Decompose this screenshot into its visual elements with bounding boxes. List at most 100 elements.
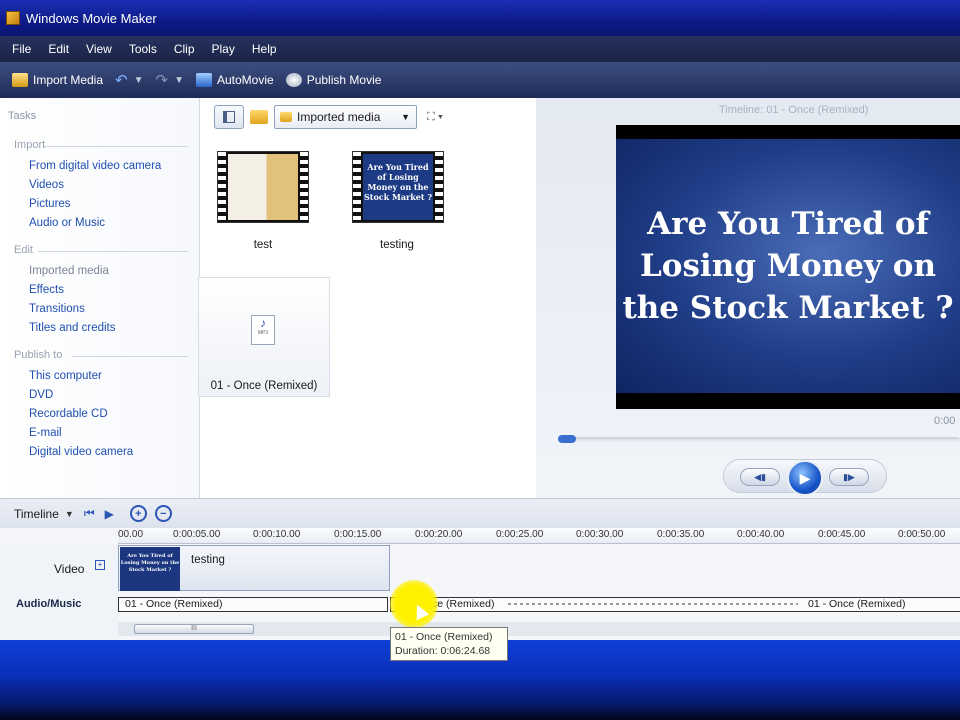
task-imported-media[interactable]: Imported media [29, 265, 109, 277]
next-icon: ▮▶ [843, 471, 855, 482]
task-this-computer[interactable]: This computer [29, 370, 102, 382]
seek-bar[interactable] [560, 437, 960, 442]
timeline-scrollbar[interactable]: III [118, 622, 960, 636]
ruler-tick: 0:00:20.00 [415, 529, 463, 540]
movie-maker-icon [6, 11, 20, 25]
slide-text: Are You Tired of Losing Money on the Sto… [622, 206, 954, 326]
task-digital-camera[interactable]: Digital video camera [29, 446, 133, 458]
media-thumb-testing[interactable]: Are You Tired of Losing Money on the Sto… [352, 151, 444, 223]
collection-dropdown-value: Imported media [297, 110, 381, 124]
timeline-toolbar: Timeline ▼ ⏮ ▶ + − [0, 498, 960, 528]
undo-dropdown-icon[interactable]: ▼ [134, 75, 144, 86]
menu-bar: File Edit View Tools Clip Play Help [0, 36, 960, 62]
task-pictures[interactable]: Pictures [29, 198, 71, 210]
publish-divider [72, 356, 188, 357]
ruler-tick: 0:00:50.00 [898, 529, 946, 540]
import-divider [44, 146, 188, 147]
track-headers: Video + Audio/Music [0, 544, 118, 640]
ruler-tick: 0:00:10.00 [253, 529, 301, 540]
redo-icon[interactable]: ↷ [156, 71, 169, 89]
video-track-label: Video [54, 562, 85, 576]
edit-divider [38, 251, 188, 252]
tooltip-clip-name: 01 - Once (Remixed) [395, 631, 493, 643]
automovie-label: AutoMovie [217, 73, 274, 87]
window-title: Windows Movie Maker [26, 10, 157, 26]
preview-slide: Are You Tired of Losing Money on the Sto… [616, 139, 960, 393]
ruler-tick: 00.00 [118, 529, 144, 540]
menu-view[interactable]: View [86, 42, 112, 56]
seek-thumb[interactable] [558, 435, 576, 443]
video-clip-name: testing [191, 554, 225, 566]
audio-track: 01 - Once (Remixed) 01 - Once (Remixed) … [118, 596, 960, 614]
rewind-icon[interactable]: ⏮ [84, 506, 95, 521]
ruler-tick: 0:00:30.00 [576, 529, 624, 540]
zoom-in-icon[interactable]: + [129, 505, 147, 522]
task-videos[interactable]: Videos [29, 179, 64, 191]
expand-video-track-icon[interactable]: + [95, 560, 105, 570]
publish-icon [285, 73, 302, 87]
media-thumb-test[interactable] [217, 151, 309, 223]
undo-icon[interactable]: ↶ [115, 71, 128, 89]
previous-icon: ◀▮ [754, 471, 766, 482]
task-effects[interactable]: Effects [29, 284, 64, 296]
preview-time: 0:00 [934, 415, 956, 427]
preview-screen: Are You Tired of Losing Money on the Sto… [616, 125, 960, 409]
chevron-down-icon: ▼ [401, 112, 410, 122]
collection-dropdown[interactable]: Imported media ▼ [274, 105, 417, 129]
pane-icon [223, 111, 235, 123]
view-options-icon[interactable]: ⛶ ▾ [427, 111, 443, 124]
testing-thumb-text: Are You Tired of Losing Money on the Sto… [363, 154, 433, 220]
edit-section-label: Edit [14, 244, 33, 256]
task-email[interactable]: E-mail [29, 427, 62, 439]
timeline-view-label[interactable]: Timeline [14, 507, 59, 521]
publish-section-label: Publish to [14, 349, 63, 361]
tasks-toggle-button[interactable] [214, 105, 244, 129]
play-button[interactable]: ▶ [787, 460, 823, 496]
publish-movie-label: Publish Movie [306, 73, 382, 87]
ruler-tick: 0:00:45.00 [818, 529, 866, 540]
redo-dropdown-icon[interactable]: ▼ [174, 75, 184, 86]
ruler-tick: 0:00:25.00 [496, 529, 544, 540]
preview-title: Timeline: 01 - Once (Remixed) [719, 104, 869, 116]
test-thumb-image [228, 154, 298, 220]
audio-clip[interactable]: 01 - Once (Remixed) [118, 597, 388, 612]
task-from-camera[interactable]: From digital video camera [29, 160, 161, 172]
task-recordable-cd[interactable]: Recordable CD [29, 408, 108, 420]
import-icon [12, 73, 28, 87]
menu-file[interactable]: File [12, 42, 31, 56]
menu-tools[interactable]: Tools [129, 42, 157, 56]
previous-frame-button[interactable]: ◀▮ [740, 468, 780, 486]
menu-play[interactable]: Play [212, 42, 235, 56]
tasks-heading: Tasks [8, 110, 37, 122]
play-timeline-icon[interactable]: ▶ [105, 507, 114, 521]
collection-toolbar: Imported media ▼ ⛶ ▾ [214, 104, 443, 130]
task-titles-credits[interactable]: Titles and credits [29, 322, 116, 334]
audio-track-label: Audio/Music [16, 598, 82, 610]
preview-monitor: Timeline: 01 - Once (Remixed) Are You Ti… [536, 98, 960, 498]
import-media-button[interactable]: Import Media [12, 73, 103, 87]
task-transitions[interactable]: Transitions [29, 303, 85, 315]
task-dvd[interactable]: DVD [29, 389, 53, 401]
menu-clip[interactable]: Clip [174, 42, 195, 56]
cursor-highlight [390, 580, 438, 628]
timeline-view-dropdown-icon[interactable]: ▼ [65, 509, 74, 519]
automovie-button[interactable]: AutoMovie [196, 73, 274, 87]
play-icon: ▶ [799, 469, 811, 486]
menu-help[interactable]: Help [252, 42, 277, 56]
video-clip-testing[interactable]: Are You Tired of Losing Money on the Sto… [118, 545, 390, 591]
next-frame-button[interactable]: ▮▶ [829, 468, 869, 486]
video-clip-thumb: Are You Tired of Losing Money on the Sto… [120, 547, 180, 591]
timeline-scroll-thumb[interactable]: III [134, 624, 254, 634]
dropdown-folder-icon [280, 112, 292, 122]
menu-edit[interactable]: Edit [48, 42, 69, 56]
media-tile-audio[interactable]: ♪ MP3 01 - Once (Remixed) [198, 277, 330, 397]
task-audio-music[interactable]: Audio or Music [29, 217, 105, 229]
timeline: 00.00 0:00:05.00 0:00:10.00 0:00:15.00 0… [0, 528, 960, 640]
timeline-ruler[interactable]: 00.00 0:00:05.00 0:00:10.00 0:00:15.00 0… [118, 528, 960, 544]
ruler-tick: 0:00:05.00 [173, 529, 221, 540]
zoom-out-icon[interactable]: − [154, 505, 172, 522]
import-media-label: Import Media [33, 73, 104, 87]
folder-icon[interactable] [250, 110, 268, 124]
player-controls: ◀▮ ▮▶ ▶ [723, 459, 887, 496]
publish-movie-button[interactable]: Publish Movie [285, 73, 382, 87]
